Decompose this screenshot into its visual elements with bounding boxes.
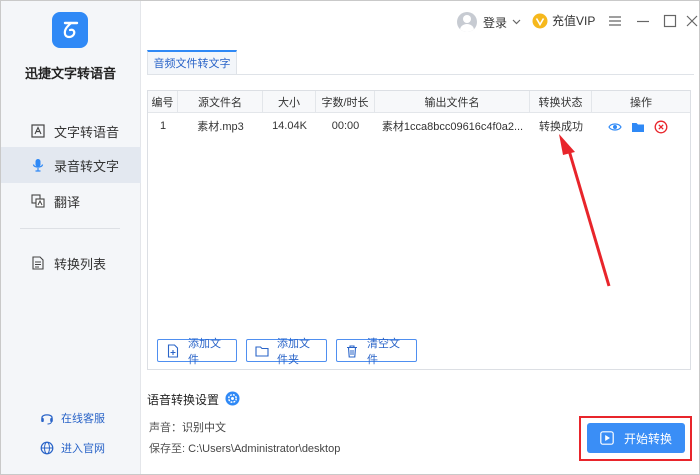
- menu-icon: [609, 16, 621, 26]
- microphone-icon: [31, 158, 45, 172]
- cell-source: 素材.mp3: [197, 121, 244, 133]
- gear-icon[interactable]: [225, 391, 240, 406]
- tab-divider: [147, 74, 694, 75]
- voice-setting: 声音：识别中文: [149, 419, 226, 435]
- table-header: 编号 源文件名 大小 字数/时长 输出文件名 转换状态 操作: [148, 91, 690, 113]
- column-header-output: 输出文件名: [375, 91, 530, 113]
- clear-files-label: 清空文件: [367, 337, 400, 366]
- save-path-value[interactable]: C:\Users\Administrator\desktop: [188, 443, 340, 455]
- close-icon: [686, 15, 698, 27]
- official-site-link[interactable]: 进入官网: [0, 440, 141, 456]
- sidebar-item-convert-list[interactable]: 转换列表: [0, 245, 141, 281]
- login-button[interactable]: 登录: [457, 12, 521, 32]
- vip-label: 充值VIP: [552, 14, 596, 28]
- avatar-icon: [457, 12, 477, 32]
- sidebar-divider: [20, 228, 120, 229]
- add-file-button[interactable]: 添加文件: [157, 338, 237, 366]
- translate-icon: [31, 194, 45, 208]
- clear-files-button[interactable]: 清空文件: [336, 338, 417, 366]
- vip-button[interactable]: 充值VIP: [532, 12, 595, 29]
- settings-title: 语音转换设置: [147, 393, 220, 407]
- maximize-button[interactable]: [662, 13, 678, 29]
- column-header-status: 转换状态: [530, 91, 592, 113]
- column-header-duration: 字数/时长: [316, 91, 375, 113]
- folder-icon: [255, 344, 269, 358]
- chevron-down-icon: [512, 19, 521, 25]
- sidebar-item-text-to-speech[interactable]: 文字转语音: [0, 113, 141, 149]
- tab-audio-to-text[interactable]: 音频文件转文字: [147, 50, 237, 74]
- view-icon[interactable]: [608, 120, 622, 134]
- file-list-panel: 编号 源文件名 大小 字数/时长 输出文件名 转换状态 操作 1 素材.mp3 …: [147, 90, 691, 370]
- maximize-icon: [663, 14, 677, 28]
- play-icon: [600, 431, 614, 445]
- column-header-source: 源文件名: [178, 91, 263, 113]
- online-service-label: 在线客服: [61, 413, 105, 425]
- column-header-actions: 操作: [630, 97, 652, 109]
- minimize-icon: [637, 20, 649, 23]
- globe-icon: [40, 441, 54, 455]
- save-path-label: 保存至:: [149, 443, 186, 455]
- start-convert-button[interactable]: 开始转换: [587, 423, 685, 453]
- sidebar-item-speech-to-text[interactable]: 录音转文字: [0, 147, 141, 183]
- login-label: 登录: [483, 15, 508, 30]
- sidebar-item-label: 转换列表: [54, 256, 107, 272]
- add-folder-button[interactable]: 添加文件夹: [246, 338, 327, 366]
- open-folder-icon[interactable]: [631, 120, 645, 134]
- convert-list-icon: [31, 256, 45, 270]
- cell-size: 14.04K: [272, 120, 307, 132]
- column-header-size: 大小: [263, 91, 316, 113]
- close-button[interactable]: [684, 13, 700, 29]
- skin-button[interactable]: [607, 13, 623, 29]
- app-logo-icon: [52, 12, 88, 48]
- column-header-index: 编号: [148, 91, 178, 113]
- sidebar-item-label: 录音转文字: [54, 158, 120, 174]
- cell-duration: 00:00: [331, 120, 360, 132]
- sidebar: 迅捷文字转语音 文字转语音 录音转文字 翻译 转换列表 在线客服 进入官网: [0, 0, 141, 475]
- add-folder-label: 添加文件夹: [277, 337, 310, 366]
- app-name: 迅捷文字转语音: [24, 66, 116, 81]
- voice-setting-label: 声音：: [149, 422, 182, 434]
- official-site-label: 进入官网: [61, 443, 105, 455]
- add-file-label: 添加文件: [188, 337, 221, 366]
- cell-index: 1: [159, 120, 167, 132]
- trash-icon: [345, 344, 359, 358]
- voice-setting-value: 识别中文: [182, 422, 226, 434]
- add-file-icon: [166, 343, 180, 358]
- cell-status: 转换成功: [539, 121, 583, 133]
- start-convert-label: 开始转换: [623, 431, 672, 446]
- delete-icon[interactable]: [654, 120, 668, 134]
- text-to-speech-icon: [31, 124, 45, 138]
- save-path-setting: 保存至: C:\Users\Administrator\desktop: [149, 440, 340, 456]
- sidebar-item-translate[interactable]: 翻译: [0, 183, 141, 219]
- minimize-button[interactable]: [635, 13, 651, 29]
- sidebar-item-label: 翻译: [54, 194, 81, 210]
- vip-gem-icon: [532, 13, 548, 28]
- sidebar-item-label: 文字转语音: [54, 124, 120, 140]
- online-service-link[interactable]: 在线客服: [0, 410, 141, 426]
- cell-output: 素材1cca8bcc09616c4f0a2...: [381, 121, 524, 133]
- headset-icon: [40, 411, 54, 425]
